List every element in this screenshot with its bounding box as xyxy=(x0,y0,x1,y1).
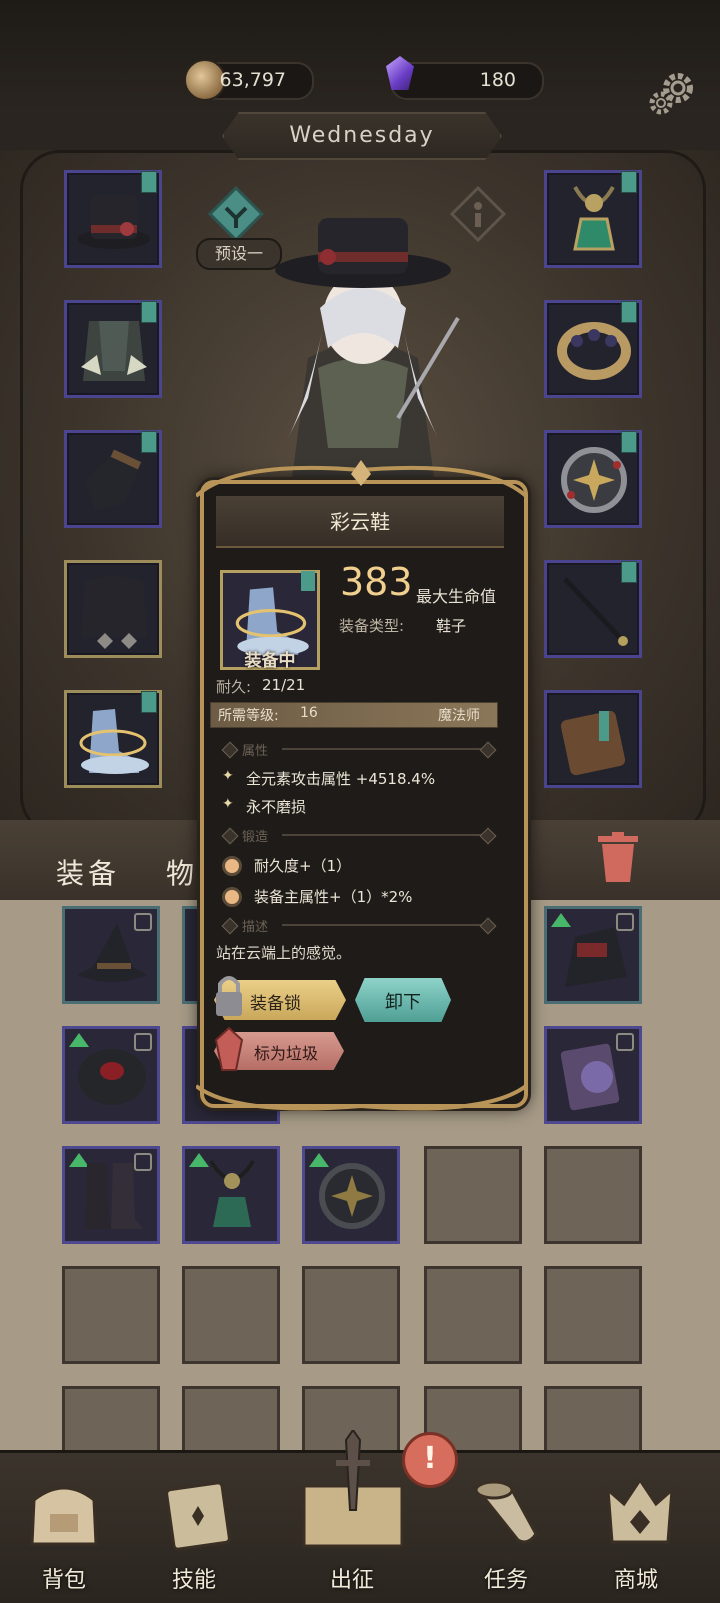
gauntlet-icon xyxy=(565,927,627,987)
mark-junk-label[interactable]: 标为垃圾 xyxy=(254,1040,318,1064)
equip-type-value: 鞋子 xyxy=(436,617,467,635)
equipped-status: 装备中 xyxy=(244,651,296,671)
bag-slot-empty[interactable] xyxy=(544,1266,642,1364)
level-label: 所需等级: xyxy=(218,708,279,724)
forge-dot-icon xyxy=(222,856,242,876)
bag-slot-empty[interactable] xyxy=(424,1266,522,1364)
popup-bottom-ornament xyxy=(196,1084,526,1111)
compass-ring-icon xyxy=(319,1163,385,1229)
bag-slot-empty[interactable] xyxy=(62,1266,160,1364)
bag-slot-empty[interactable] xyxy=(424,1146,522,1244)
nav-bag-label[interactable]: 背包 xyxy=(42,1562,86,1594)
bag-slot-empty[interactable] xyxy=(544,1146,642,1244)
section-attributes-label: 属性 xyxy=(242,744,269,759)
nav-shop-label[interactable]: 商城 xyxy=(614,1562,658,1594)
wand-icon xyxy=(563,577,628,646)
cloak-icon xyxy=(81,576,147,649)
battle-map-icon[interactable] xyxy=(298,1430,408,1550)
forge-line: 装备主属性+（1）*2% xyxy=(254,888,413,906)
tab-items[interactable]: 物 xyxy=(166,852,198,892)
backpack-icon[interactable] xyxy=(22,1470,106,1554)
popup-top-ornament xyxy=(196,460,526,498)
section-desc-label: 描述 xyxy=(242,920,269,935)
potion-amulet-icon xyxy=(573,186,615,251)
equip-slot-weapon[interactable] xyxy=(544,560,642,658)
level-value: 16 xyxy=(300,705,318,721)
potion-amulet-icon xyxy=(209,1159,255,1227)
equip-slot-offhand[interactable] xyxy=(544,690,642,788)
quest-horn-icon[interactable] xyxy=(468,1470,552,1554)
equip-slot-ring-2[interactable] xyxy=(544,430,642,528)
top-bar xyxy=(0,0,720,110)
nav-quests-label[interactable]: 任务 xyxy=(484,1562,528,1594)
equip-slot-gloves[interactable] xyxy=(64,430,162,528)
equip-slot-cloak[interactable] xyxy=(64,560,162,658)
skill-book-icon[interactable] xyxy=(158,1470,242,1554)
item-name: 彩云鞋 xyxy=(330,510,390,534)
trash-icon[interactable] xyxy=(596,832,640,882)
equip-type-label: 装备类型: xyxy=(339,617,405,635)
durability-label: 耐久: xyxy=(216,678,252,696)
top-hat-icon xyxy=(78,195,150,249)
compass-ring-icon xyxy=(561,447,627,513)
witch-hat-icon xyxy=(77,923,147,982)
equip-slot-ring-1[interactable] xyxy=(544,300,642,398)
gem-counter[interactable]: 180 xyxy=(386,56,544,100)
section-divider xyxy=(282,748,482,750)
spellbook-icon xyxy=(560,710,626,776)
day-banner: Wednesday xyxy=(222,112,502,160)
section-forge-label: 锻造 xyxy=(242,830,269,845)
glove-icon xyxy=(85,449,142,511)
junk-gem-icon xyxy=(214,1026,244,1071)
class-requirement: 魔法师 xyxy=(438,708,480,724)
section-divider xyxy=(282,924,482,926)
ring-icon xyxy=(557,322,631,380)
equip-slot-amulet[interactable] xyxy=(544,170,642,268)
battle-alert-badge: ! xyxy=(402,1432,458,1488)
lock-icon xyxy=(216,976,242,1016)
bag-slot[interactable] xyxy=(62,1146,160,1244)
cloud-boots-icon xyxy=(79,709,149,774)
bag-slot[interactable] xyxy=(302,1146,400,1244)
star-bullet-icon: ✦ xyxy=(222,796,234,812)
tab-equipment[interactable]: 装备 xyxy=(56,852,120,892)
bag-slot[interactable] xyxy=(544,1026,642,1124)
equip-slot-hat[interactable] xyxy=(64,170,162,268)
bag-slot-empty[interactable] xyxy=(182,1266,280,1364)
section-divider xyxy=(282,834,482,836)
nav-battle-label[interactable]: 出征 xyxy=(330,1562,374,1594)
gold-counter[interactable]: 63,797 xyxy=(184,59,314,101)
bag-slot[interactable] xyxy=(182,1146,280,1244)
rose-book-icon xyxy=(560,1043,620,1111)
bag-slot[interactable] xyxy=(544,906,642,1004)
nav-skills-label[interactable]: 技能 xyxy=(172,1562,216,1594)
equipment-lock-label[interactable]: 装备锁 xyxy=(250,989,301,1014)
shop-emblem-icon[interactable] xyxy=(598,1470,682,1554)
bag-slot-empty[interactable] xyxy=(302,1266,400,1364)
gem-value: 180 xyxy=(479,69,516,91)
unequip-label[interactable]: 卸下 xyxy=(355,988,451,1014)
dark-mask-icon xyxy=(78,1049,146,1105)
main-stat-name: 最大生命值 xyxy=(416,587,497,606)
item-description: 站在云端上的感觉。 xyxy=(216,944,352,962)
boots-icon xyxy=(85,1163,143,1229)
forge-line: 耐久度+（1） xyxy=(254,857,352,875)
settings-gear-icon[interactable] xyxy=(648,70,694,116)
star-bullet-icon: ✦ xyxy=(222,768,234,784)
attribute-line: 全元素攻击属性 +4518.4% xyxy=(246,770,436,788)
gold-value: 63,797 xyxy=(219,69,286,91)
bag-slot[interactable] xyxy=(62,906,160,1004)
bag-slot[interactable] xyxy=(62,1026,160,1124)
main-stat-value: 383 xyxy=(340,560,413,604)
equip-slot-boots[interactable] xyxy=(64,690,162,788)
forge-dot-icon xyxy=(222,887,242,907)
corset-armor-icon xyxy=(81,321,147,381)
attribute-line: 永不磨损 xyxy=(246,798,307,816)
durability-value: 21/21 xyxy=(262,676,306,694)
equip-slot-armor[interactable] xyxy=(64,300,162,398)
